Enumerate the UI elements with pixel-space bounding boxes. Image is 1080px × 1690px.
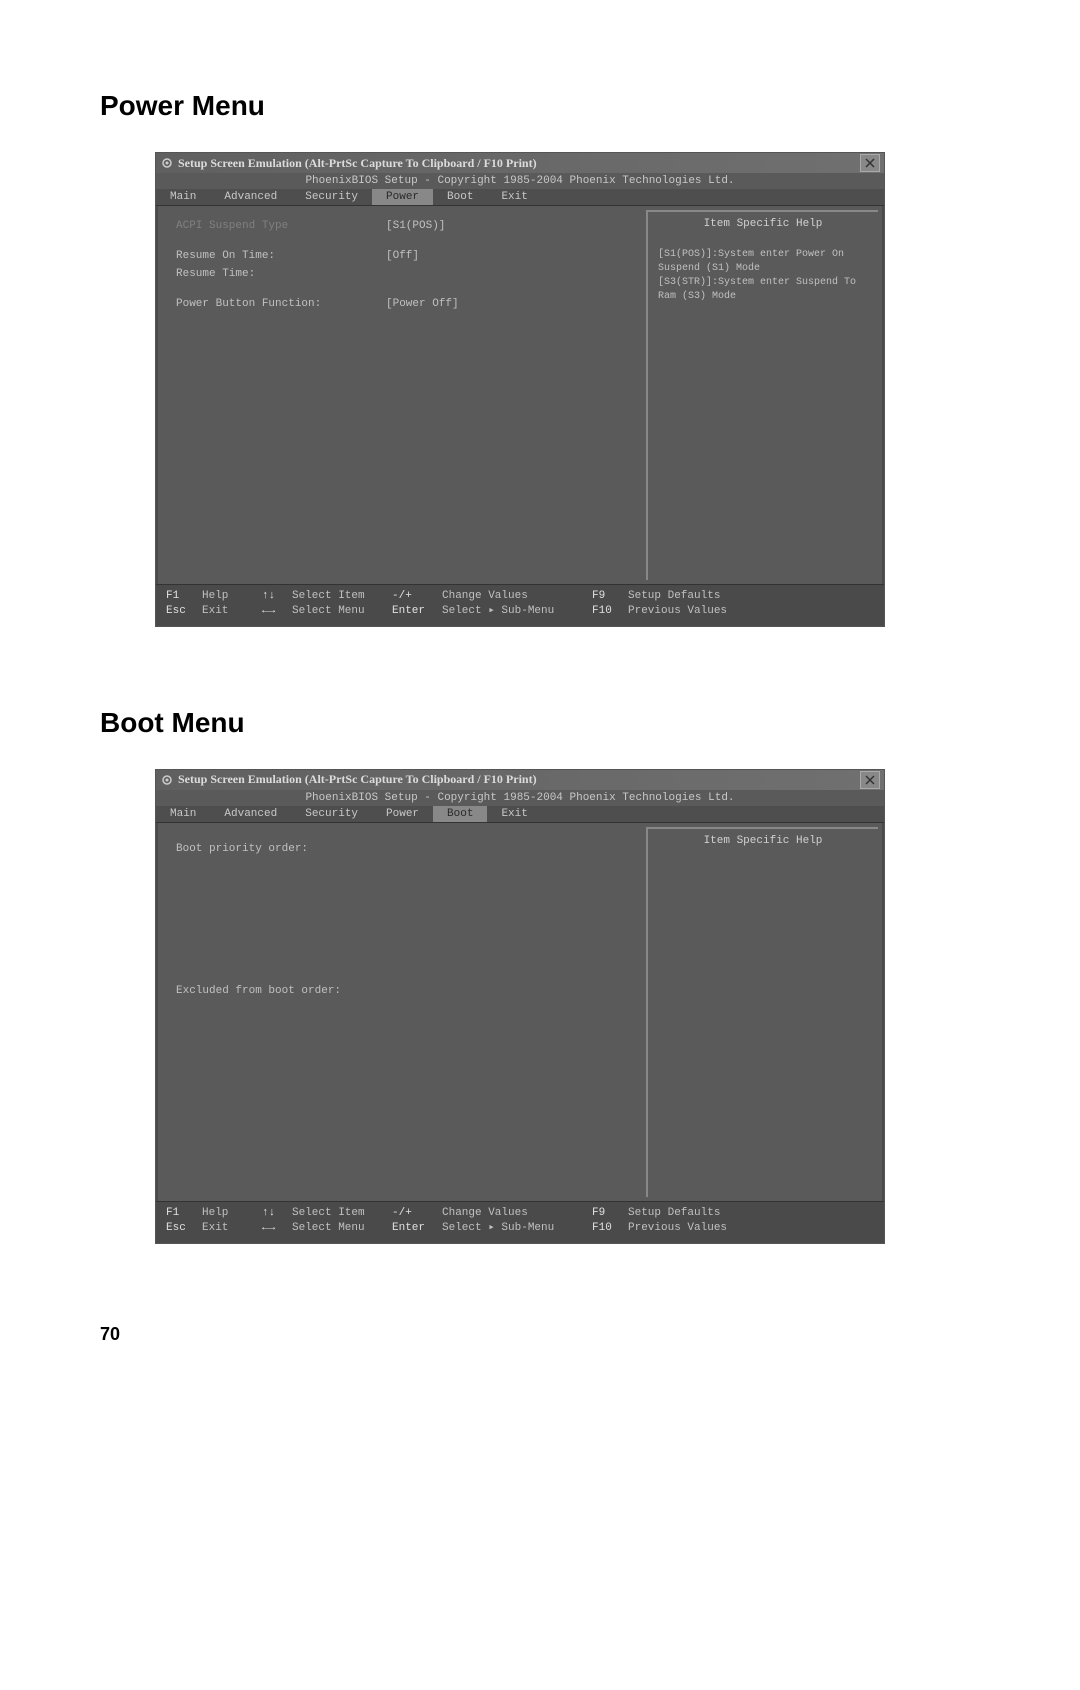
fkey-updown: ↑↓ — [262, 1206, 292, 1221]
setting-label: Power Button Function: — [176, 298, 386, 310]
flabel-exit: Exit — [202, 1221, 262, 1236]
flabel-select-menu: Select Menu — [292, 1221, 392, 1236]
fkey-enter: Enter — [392, 604, 442, 619]
setting-value: [S1(POS)] — [386, 220, 445, 232]
copyright: PhoenixBIOS Setup - Copyright 1985-2004 … — [156, 173, 884, 189]
fkey-plusminus: -/+ — [392, 589, 442, 604]
titlebar: Setup Screen Emulation (Alt-PrtSc Captur… — [156, 770, 884, 790]
flabel-select-item: Select Item — [292, 1206, 392, 1221]
close-icon — [865, 158, 875, 168]
page-number: 70 — [100, 1324, 980, 1345]
flabel-select-submenu: Select ▸ Sub-Menu — [442, 1221, 592, 1236]
setting-value: [Off] — [386, 250, 419, 262]
tab-advanced[interactable]: Advanced — [210, 189, 291, 205]
setting-acpi-suspend[interactable]: ACPI Suspend Type [S1(POS)] — [176, 220, 636, 232]
tab-power[interactable]: Power — [372, 806, 433, 822]
help-panel: Item Specific Help — [646, 827, 878, 1197]
flabel-setup-defaults: Setup Defaults — [628, 1206, 720, 1221]
fkey-f1: F1 — [166, 589, 202, 604]
fkey-esc: Esc — [166, 604, 202, 619]
tab-advanced[interactable]: Advanced — [210, 806, 291, 822]
settings-panel: ACPI Suspend Type [S1(POS)] Resume On Ti… — [158, 206, 646, 584]
fkey-f1: F1 — [166, 1206, 202, 1221]
setting-label: Resume Time: — [176, 268, 386, 280]
titlebar: Setup Screen Emulation (Alt-PrtSc Captur… — [156, 153, 884, 173]
fkey-leftright: ←→ — [262, 1221, 292, 1236]
setting-resume-on-time[interactable]: Resume On Time: [Off] — [176, 250, 636, 262]
fkey-enter: Enter — [392, 1221, 442, 1236]
tab-main[interactable]: Main — [156, 806, 210, 822]
flabel-help: Help — [202, 1206, 262, 1221]
copyright: PhoenixBIOS Setup - Copyright 1985-2004 … — [156, 790, 884, 806]
tab-exit[interactable]: Exit — [487, 189, 541, 205]
setting-label: ACPI Suspend Type — [176, 220, 386, 232]
setting-resume-time[interactable]: Resume Time: — [176, 268, 636, 280]
tab-security[interactable]: Security — [291, 189, 372, 205]
fkey-plusminus: -/+ — [392, 1206, 442, 1221]
tab-exit[interactable]: Exit — [487, 806, 541, 822]
boot-panel: Boot priority order: Excluded from boot … — [158, 823, 646, 1201]
fkey-esc: Esc — [166, 1221, 202, 1236]
flabel-help: Help — [202, 589, 262, 604]
flabel-previous-values: Previous Values — [628, 604, 727, 619]
boot-priority-label: Boot priority order: — [176, 843, 636, 855]
footer-bar: F1 Help ↑↓ Select Item -/+ Change Values… — [156, 1201, 884, 1243]
fkey-updown: ↑↓ — [262, 589, 292, 604]
gear-icon — [160, 156, 174, 170]
window-title: Setup Screen Emulation (Alt-PrtSc Captur… — [178, 156, 860, 171]
flabel-select-submenu: Select ▸ Sub-Menu — [442, 604, 592, 619]
tab-boot[interactable]: Boot — [433, 189, 487, 205]
setting-label: Resume On Time: — [176, 250, 386, 262]
footer-bar: F1 Help ↑↓ Select Item -/+ Change Values… — [156, 584, 884, 626]
flabel-select-item: Select Item — [292, 589, 392, 604]
gear-icon — [160, 773, 174, 787]
window-title: Setup Screen Emulation (Alt-PrtSc Captur… — [178, 772, 860, 787]
fkey-f9: F9 — [592, 1206, 628, 1221]
fkey-f10: F10 — [592, 604, 628, 619]
close-button[interactable] — [860, 154, 880, 172]
help-text: [S1(POS)]:System enter Power On Suspend … — [658, 248, 868, 304]
bios-window-power: Setup Screen Emulation (Alt-PrtSc Captur… — [155, 152, 885, 627]
menu-tabs: Main Advanced Security Power Boot Exit — [156, 806, 884, 823]
tab-main[interactable]: Main — [156, 189, 210, 205]
help-title: Item Specific Help — [658, 218, 868, 230]
flabel-previous-values: Previous Values — [628, 1221, 727, 1236]
heading-boot: Boot Menu — [100, 707, 980, 739]
menu-tabs: Main Advanced Security Power Boot Exit — [156, 189, 884, 206]
tab-boot[interactable]: Boot — [433, 806, 487, 822]
close-icon — [865, 775, 875, 785]
help-panel: Item Specific Help [S1(POS)]:System ente… — [646, 210, 878, 580]
flabel-change-values: Change Values — [442, 589, 592, 604]
flabel-select-menu: Select Menu — [292, 604, 392, 619]
tab-power[interactable]: Power — [372, 189, 433, 205]
setting-value: [Power Off] — [386, 298, 459, 310]
boot-excluded-label: Excluded from boot order: — [176, 985, 636, 997]
setting-power-button[interactable]: Power Button Function: [Power Off] — [176, 298, 636, 310]
fkey-leftright: ←→ — [262, 604, 292, 619]
flabel-change-values: Change Values — [442, 1206, 592, 1221]
heading-power: Power Menu — [100, 90, 980, 122]
bios-window-boot: Setup Screen Emulation (Alt-PrtSc Captur… — [155, 769, 885, 1244]
close-button[interactable] — [860, 771, 880, 789]
help-title: Item Specific Help — [658, 835, 868, 847]
tab-security[interactable]: Security — [291, 806, 372, 822]
fkey-f9: F9 — [592, 589, 628, 604]
flabel-setup-defaults: Setup Defaults — [628, 589, 720, 604]
flabel-exit: Exit — [202, 604, 262, 619]
fkey-f10: F10 — [592, 1221, 628, 1236]
